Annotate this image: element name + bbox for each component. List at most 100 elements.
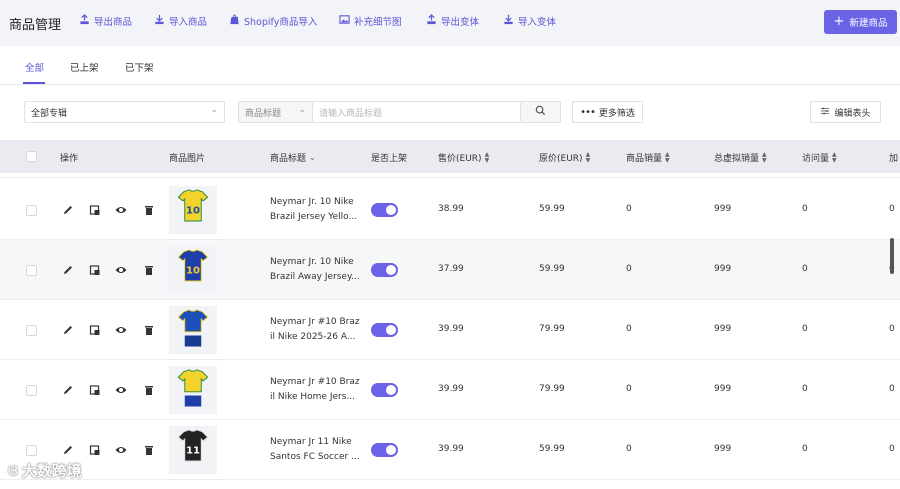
row-checkbox[interactable] — [26, 205, 37, 216]
orig-price-cell: 79.99 — [539, 384, 565, 394]
watermark-emblem-icon: ଓ — [8, 462, 18, 479]
edit-header-button[interactable]: 编辑表头 — [810, 101, 881, 123]
product-image[interactable]: 10 — [169, 186, 217, 234]
col-orig-price[interactable]: 原价(EUR) ▲ ▼ — [539, 151, 590, 164]
edit-icon[interactable] — [62, 444, 74, 456]
product-image[interactable]: 10 — [169, 246, 217, 294]
tab-all[interactable]: 全部 — [25, 60, 44, 74]
status-tabs: 全部 已上架 已下架 — [0, 46, 900, 85]
listed-toggle[interactable] — [371, 323, 398, 337]
row-checkbox[interactable] — [26, 445, 37, 456]
sliders-icon — [820, 106, 830, 119]
shopify-import-button[interactable]: Shopify商品导入 — [229, 14, 317, 28]
tab-listed[interactable]: 已上架 — [70, 60, 99, 74]
virtual-sales-cell: 999 — [714, 264, 732, 274]
top-bar: 商品管理 导出商品 导入商品 Shopify商品导入 补充细节图 导出变体 导入… — [0, 0, 900, 46]
more-icon: ••• — [580, 106, 596, 118]
export-variants-button[interactable]: 导出变体 — [426, 14, 479, 28]
col-visits[interactable]: 访问量 ▲ ▼ — [802, 151, 837, 164]
product-image[interactable] — [169, 306, 217, 354]
import-products-button[interactable]: 导入商品 — [154, 14, 207, 28]
extra-cell: 0 — [889, 444, 895, 454]
product-title[interactable]: Neymar Jr #10 Braz il Nike 2025-26 A... — [270, 315, 362, 345]
product-image[interactable] — [169, 366, 217, 414]
view-icon[interactable] — [115, 384, 127, 396]
add-detail-images-button[interactable]: 补充细节图 — [339, 14, 402, 28]
col-price-label: 售价(EUR) — [438, 154, 482, 164]
view-icon[interactable] — [115, 264, 127, 276]
row-checkbox[interactable] — [26, 385, 37, 396]
sales-cell: 0 — [626, 324, 632, 334]
col-extra-label: 加 — [889, 154, 899, 164]
export-products-button[interactable]: 导出商品 — [79, 14, 132, 28]
new-product-button[interactable]: + 新建商品 — [824, 10, 897, 34]
visits-cell: 0 — [802, 324, 808, 334]
product-image[interactable]: 11 — [169, 426, 217, 474]
col-virtual-sales[interactable]: 总虚拟销量 ▲ ▼ — [714, 151, 767, 164]
delete-icon[interactable] — [143, 204, 155, 216]
view-icon[interactable] — [115, 204, 127, 216]
col-virtual-sales-label: 总虚拟销量 — [714, 154, 760, 164]
sales-cell: 0 — [626, 384, 632, 394]
listed-toggle[interactable] — [371, 383, 398, 397]
delete-icon[interactable] — [143, 324, 155, 336]
search-field-value: 商品标题 — [245, 108, 282, 119]
jersey-image: 10 — [177, 189, 209, 222]
product-title[interactable]: Neymar Jr. 10 Nike Brazil Away Jersey... — [270, 255, 362, 285]
copy-icon[interactable] — [89, 444, 101, 456]
shopify-import-label: Shopify商品导入 — [244, 17, 318, 28]
copy-icon[interactable] — [89, 204, 101, 216]
edit-icon[interactable] — [62, 384, 74, 396]
table-row-partial — [0, 173, 900, 178]
price-cell: 38.99 — [438, 204, 464, 214]
delete-icon[interactable] — [143, 384, 155, 396]
col-image-label: 商品图片 — [169, 154, 206, 164]
product-title[interactable]: Neymar Jr. 10 Nike Brazil Jersey Yello..… — [270, 195, 362, 225]
col-price[interactable]: 售价(EUR) ▲ ▼ — [438, 151, 489, 164]
product-title-line2: Brazil Jersey Yello... — [270, 212, 358, 222]
extra-cell: 0 — [889, 384, 895, 394]
sales-cell: 0 — [626, 264, 632, 274]
orig-price-cell: 59.99 — [539, 264, 565, 274]
view-icon[interactable] — [115, 324, 127, 336]
edit-icon[interactable] — [62, 264, 74, 276]
listed-toggle[interactable] — [371, 263, 398, 277]
export-variants-label: 导出变体 — [441, 17, 480, 28]
search-button[interactable] — [520, 101, 561, 123]
search-field-select[interactable]: 商品标题 ⌄ — [238, 101, 313, 123]
col-title[interactable]: 商品标题 ⌄ — [270, 151, 316, 164]
table-row: 10 Neymar Jr. 10 Nike Brazil Jersey Yell… — [0, 180, 900, 240]
product-title[interactable]: Neymar Jr 11 Nike Santos FC Soccer ... — [270, 435, 362, 465]
sort-icon: ▲ ▼ — [762, 150, 767, 164]
copy-icon[interactable] — [89, 264, 101, 276]
search-input[interactable]: 请输入商品标题 — [312, 101, 521, 123]
col-action: 操作 — [60, 151, 78, 164]
collection-select[interactable]: 全部专辑 ⌄ — [24, 101, 225, 123]
more-filters-button[interactable]: ••• 更多筛选 — [572, 101, 643, 123]
listed-toggle[interactable] — [371, 443, 398, 457]
delete-icon[interactable] — [143, 264, 155, 276]
copy-icon[interactable] — [89, 324, 101, 336]
select-all-checkbox[interactable] — [26, 151, 37, 162]
import-variants-button[interactable]: 导入变体 — [503, 14, 556, 28]
col-sales[interactable]: 商品销量 ▲ ▼ — [626, 151, 670, 164]
edit-icon[interactable] — [62, 324, 74, 336]
listed-toggle[interactable] — [371, 203, 398, 217]
product-title-line1: Neymar Jr 11 Nike — [270, 437, 352, 447]
product-title[interactable]: Neymar Jr #10 Braz il Nike Home Jers... — [270, 375, 362, 405]
col-extra: 加 — [889, 151, 898, 164]
row-checkbox[interactable] — [26, 325, 37, 336]
product-table-body: 10 Neymar Jr. 10 Nike Brazil Jersey Yell… — [0, 173, 900, 489]
delete-icon[interactable] — [143, 444, 155, 456]
table-row: 11 Neymar Jr 11 Nike Santos FC Soccer ..… — [0, 420, 900, 480]
tab-unlisted[interactable]: 已下架 — [125, 60, 154, 74]
product-title-line1: Neymar Jr. 10 Nike — [270, 257, 354, 267]
product-title-line2: Brazil Away Jersey... — [270, 272, 360, 282]
row-checkbox[interactable] — [26, 265, 37, 276]
view-icon[interactable] — [115, 444, 127, 456]
vertical-scrollbar[interactable] — [890, 238, 894, 274]
virtual-sales-cell: 999 — [714, 384, 732, 394]
copy-icon[interactable] — [89, 384, 101, 396]
visits-cell: 0 — [802, 444, 808, 454]
edit-icon[interactable] — [62, 204, 74, 216]
